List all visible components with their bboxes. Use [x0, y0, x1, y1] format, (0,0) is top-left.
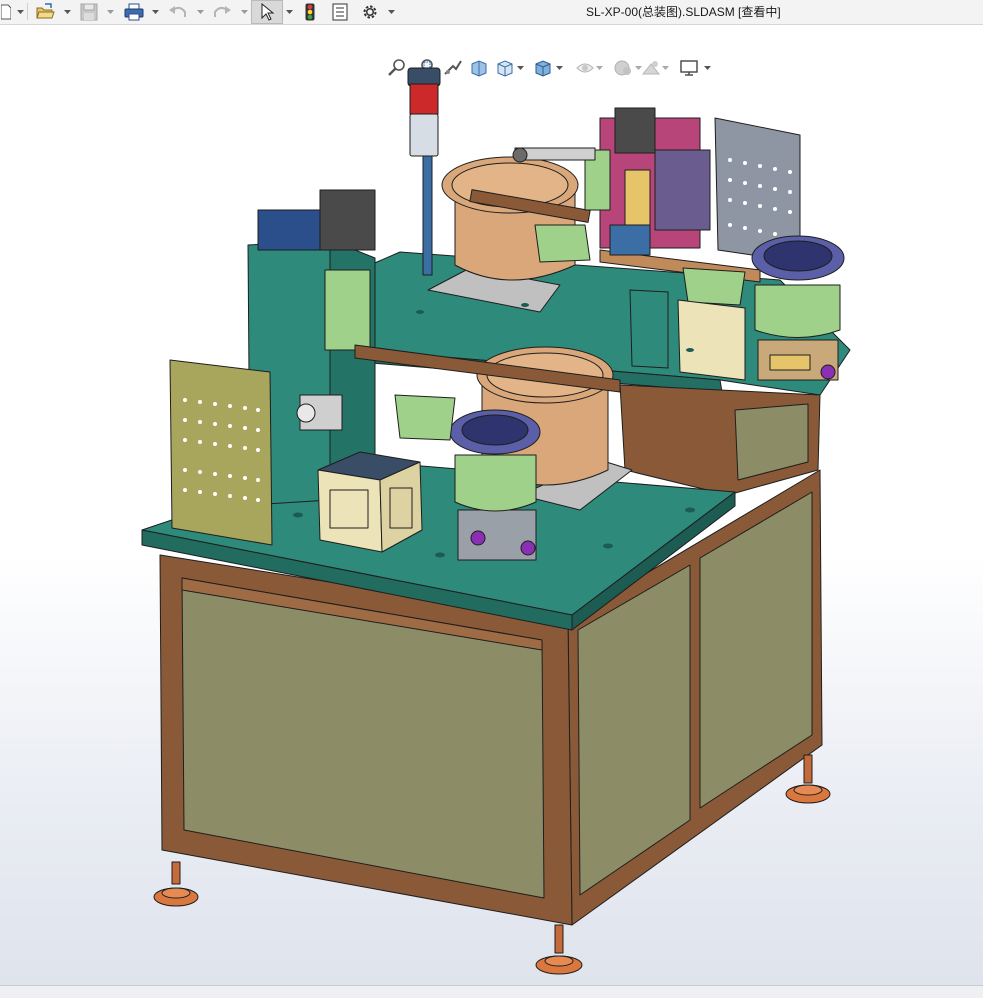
open-dropdown[interactable]: [63, 2, 71, 22]
left-perforated-plate: [169, 359, 273, 546]
chevron-down-icon: [151, 10, 159, 14]
print-button[interactable]: [122, 1, 146, 22]
undo-dropdown[interactable]: [196, 2, 204, 22]
right-support-block: [677, 299, 746, 381]
file-properties-button[interactable]: [328, 1, 352, 22]
title-bar: SL-XP-00(总装图).SLDASM [查看中]: [0, 0, 983, 25]
left-module-green: [324, 269, 371, 351]
gear-icon: [363, 5, 377, 18]
properties-icon: [332, 3, 348, 20]
redo-dropdown[interactable]: [240, 2, 248, 22]
redo-icon: [214, 5, 231, 17]
toolbar-separator: [27, 3, 28, 20]
chevron-down-icon: [387, 10, 395, 14]
new-document-button[interactable]: [0, 1, 12, 22]
document-title: SL-XP-00(总装图).SLDASM [查看中]: [586, 5, 781, 19]
cube-frame: [317, 451, 423, 553]
chevron-down-icon: [285, 10, 293, 14]
undo-icon: [169, 5, 186, 17]
chevron-down-icon: [196, 10, 204, 14]
hopper-front: [394, 394, 456, 441]
rebuild-button[interactable]: [298, 1, 322, 22]
save-icon: [80, 3, 98, 20]
graphics-area[interactable]: [0, 25, 983, 985]
chevron-down-icon: [16, 10, 24, 14]
new-document-icon: [1, 4, 11, 19]
open-button[interactable]: [33, 1, 57, 22]
options-button[interactable]: [358, 1, 382, 22]
left-cylinder-cap: [319, 189, 376, 251]
chevron-down-icon: [240, 10, 248, 14]
vibratory-bowl-front: [449, 409, 541, 561]
signal-tower: [407, 67, 441, 276]
leveling-foot: [153, 861, 199, 907]
options-dropdown[interactable]: [387, 2, 395, 22]
select-arrow-icon: [261, 3, 275, 21]
save-button[interactable]: [78, 1, 100, 22]
traffic-light-icon: [305, 3, 315, 20]
center-post: [629, 289, 669, 369]
save-dropdown[interactable]: [106, 2, 114, 22]
status-strip: [0, 985, 983, 998]
undo-button[interactable]: [166, 1, 190, 22]
vibratory-bowl-right: [751, 235, 845, 381]
select-dropdown[interactable]: [285, 2, 293, 22]
chevron-down-icon: [106, 10, 114, 14]
new-document-dropdown[interactable]: [16, 2, 24, 22]
hopper-right: [682, 267, 746, 306]
printer-icon: [124, 3, 144, 20]
chevron-down-icon: [63, 10, 71, 14]
leveling-foot: [535, 924, 583, 975]
select-button[interactable]: [251, 0, 283, 24]
open-folder-icon: [36, 2, 55, 18]
redo-button[interactable]: [210, 1, 234, 22]
hopper-rear: [534, 224, 591, 263]
assembly-model-view[interactable]: [0, 25, 983, 985]
print-dropdown[interactable]: [151, 2, 159, 22]
